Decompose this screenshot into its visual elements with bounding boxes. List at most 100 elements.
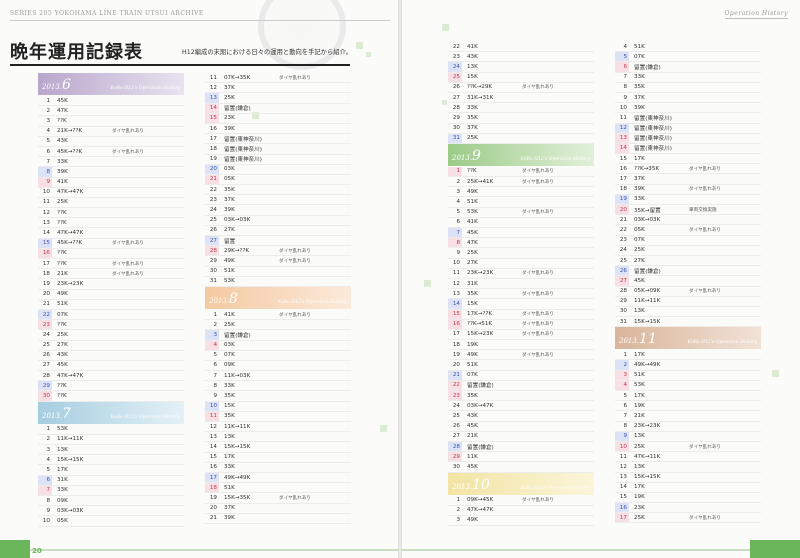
- table-row: 6 41K: [448, 218, 594, 228]
- table-row: 12 留置(東神奈川): [615, 123, 761, 134]
- left-running-head: SERIES 205 YOKOHAMA LINE TRAIN UTSUI ARC…: [10, 10, 204, 17]
- table-row: 13 留置(東神奈川): [615, 133, 761, 144]
- table-row: 14 15K: [448, 299, 594, 310]
- table-row: 17 25K ダイヤ乱れあり: [615, 513, 761, 524]
- day-cell: 13: [42, 219, 50, 226]
- operation-cell: 25K: [634, 247, 645, 254]
- day-cell: 9: [213, 393, 217, 400]
- day-cell: 28: [448, 441, 462, 452]
- day-cell: 9: [38, 177, 52, 187]
- operation-cell: 13K: [634, 433, 645, 440]
- table-row: 28 33K: [448, 103, 594, 114]
- operation-cell: 17K→??K: [467, 311, 493, 318]
- operation-cell: 51K: [634, 43, 645, 50]
- day-cell: 8: [623, 84, 627, 91]
- day-cell: 6: [615, 62, 629, 72]
- operation-cell: 25K: [467, 249, 478, 256]
- operation-cell: 49K: [467, 517, 478, 524]
- day-cell: 26: [42, 352, 50, 359]
- day-cell: 21: [209, 515, 217, 522]
- table-row: 18 留置(東神奈川): [205, 144, 351, 155]
- day-cell: 5: [623, 392, 627, 399]
- table-row: 20 49K: [38, 290, 184, 300]
- day-cell: 18: [209, 145, 217, 152]
- day-cell: 4: [623, 43, 627, 50]
- operation-cell: 51K: [467, 362, 478, 369]
- table-row: 4 21K→??K ダイヤ乱れあり: [38, 127, 184, 137]
- table-row: 19 23K→23K: [38, 279, 184, 290]
- operation-cell: 留置(東神奈川): [224, 136, 262, 143]
- operation-cell: 25K: [224, 94, 235, 101]
- table-row: 5 53K ダイヤ乱れあり: [448, 208, 594, 218]
- table-row: 15 45K→??K ダイヤ乱れあり: [38, 238, 184, 249]
- day-cell: 10: [42, 189, 50, 196]
- operation-cell: 51K: [224, 268, 235, 275]
- table-row: 2 47K: [38, 106, 184, 117]
- day-cell: 15: [209, 454, 217, 461]
- day-cell: 30: [38, 391, 52, 401]
- day-cell: 27: [42, 362, 50, 369]
- day-cell: 31: [448, 133, 462, 143]
- operation-cell: 37K: [634, 94, 645, 101]
- title-rule: [10, 64, 350, 66]
- table-row: 24 13K: [448, 62, 594, 73]
- operation-cell: 49K→49K: [634, 362, 661, 369]
- day-cell: 12: [209, 423, 217, 430]
- operation-cell: 35K: [467, 290, 478, 297]
- month-header: 2013.9 KoRo H12's Operation History: [448, 143, 594, 166]
- operation-cell: 43K: [57, 138, 68, 145]
- day-cell: 7: [46, 158, 50, 165]
- table-row: 1 17K: [615, 350, 761, 361]
- day-cell: 26: [209, 227, 217, 234]
- day-cell: 17: [452, 331, 460, 338]
- table-row: 23 35K: [448, 391, 594, 402]
- table-row: 15 19K: [615, 493, 761, 504]
- day-cell: 25: [452, 412, 460, 419]
- operation-cell: 25K: [634, 514, 645, 521]
- day-cell: 29: [452, 114, 460, 121]
- day-cell: 14: [619, 484, 627, 491]
- operation-cell: 留置(東神奈川): [224, 146, 262, 153]
- table-row: 13 35K ダイヤ乱れあり: [448, 289, 594, 300]
- day-cell: 25: [42, 342, 50, 349]
- day-cell: 17: [209, 135, 217, 142]
- table-row: 29 ??K: [38, 381, 184, 392]
- table-row: 29 49K ダイヤ乱れあり: [205, 256, 351, 267]
- day-cell: 23: [452, 53, 460, 60]
- day-cell: 28: [42, 372, 50, 379]
- table-row: 20 37K: [205, 504, 351, 514]
- operation-cell: ??K→51K: [467, 321, 493, 328]
- operation-cell: 39K: [224, 207, 235, 214]
- table-row: 7 21K: [615, 411, 761, 422]
- deco-square: [442, 100, 447, 105]
- table-row: 10 39K: [615, 103, 761, 114]
- table-row: 25 03K→03K: [205, 216, 351, 226]
- day-cell: 11: [619, 114, 627, 121]
- operation-cell: 11K→11K: [57, 436, 84, 443]
- operation-cell: 49K: [57, 291, 68, 298]
- operation-cell: ??K: [57, 382, 67, 389]
- operation-cell: 留置(東神奈川): [634, 126, 672, 133]
- table-row: 7 33K: [38, 157, 184, 168]
- deco-square: [424, 280, 431, 287]
- operation-cell: 33K: [57, 487, 68, 494]
- table-row: 24 03K→47K: [448, 401, 594, 412]
- day-cell: 7: [213, 372, 217, 379]
- month-header: 2013.10 KoRo H12's Operation History: [448, 472, 594, 495]
- day-cell: 1: [456, 497, 460, 504]
- table-row: 27 留置: [205, 236, 351, 247]
- month-number: 11: [639, 331, 657, 348]
- operation-cell: 03K: [224, 166, 235, 173]
- table-row: 16 ??K→35K ダイヤ乱れあり: [615, 164, 761, 175]
- table-row: 19 33K: [615, 194, 761, 205]
- day-cell: 21: [448, 370, 462, 380]
- day-cell: 3: [456, 188, 460, 195]
- operation-cell: ??K: [57, 117, 67, 124]
- operation-cell: 03K: [224, 342, 235, 349]
- note-cell: ダイヤ乱れあり: [689, 444, 722, 450]
- operation-cell: 23K: [634, 504, 645, 511]
- note-cell: ダイヤ乱れあり: [522, 210, 555, 216]
- operation-cell: 33K: [57, 158, 68, 165]
- operation-cell: 07K: [467, 372, 478, 379]
- day-cell: 27: [452, 433, 460, 440]
